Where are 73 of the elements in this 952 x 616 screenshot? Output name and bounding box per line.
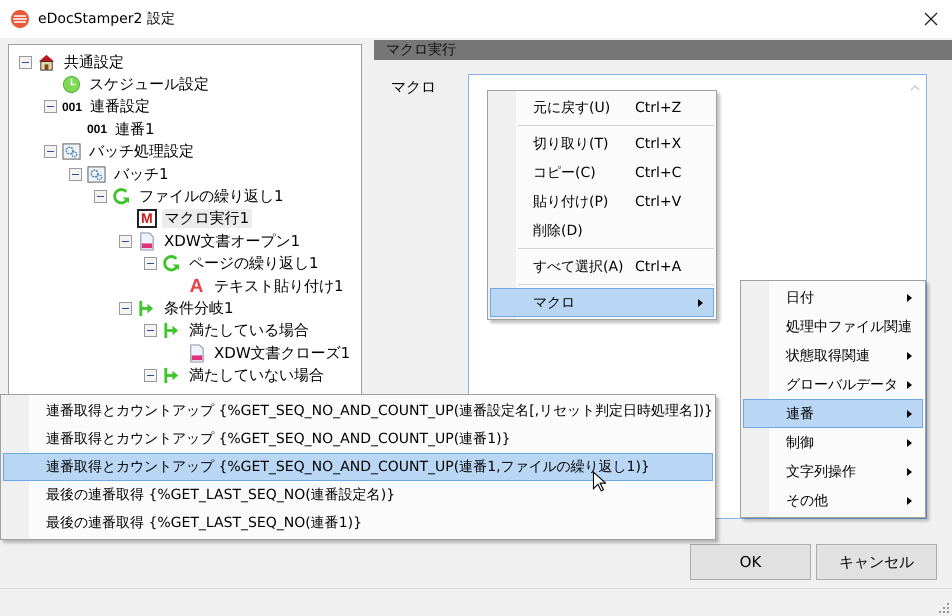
submenu-arrow-icon xyxy=(907,496,912,504)
submenu-arrow-icon xyxy=(698,298,703,306)
tree-item[interactable]: バッチ1 xyxy=(111,164,172,184)
tree-item[interactable]: ファイルの繰り返し1 xyxy=(136,187,287,206)
menu-item[interactable]: 連番取得とカウントアップ {%GET_SEQ_NO_AND_COUNT_UP(連番1,ファイルの繰り返し1)} xyxy=(3,453,713,481)
app-icon xyxy=(10,9,30,29)
collapse-toggle[interactable] xyxy=(19,56,32,69)
tree-item[interactable]: XDW文書オープン1 xyxy=(161,232,304,251)
menu-item[interactable]: 連番 xyxy=(743,399,923,428)
letter-icon: A xyxy=(187,276,206,296)
submenu-arrow-icon xyxy=(907,294,912,302)
counter-icon: 001 xyxy=(62,100,82,114)
panel-header: マクロ実行 xyxy=(374,40,952,60)
collapse-toggle[interactable] xyxy=(94,190,107,204)
tree-item[interactable]: 条件分岐1 xyxy=(161,298,237,318)
branch-icon xyxy=(162,366,181,386)
menu-item[interactable]: 切り取り(T) Ctrl+X xyxy=(490,129,714,158)
menu-item[interactable]: 文字列操作 xyxy=(743,457,923,486)
collapse-toggle[interactable] xyxy=(119,302,132,315)
menu-item[interactable]: 日付 xyxy=(743,283,923,312)
menu-item[interactable]: マクロ xyxy=(490,288,714,317)
collapse-toggle[interactable] xyxy=(44,145,57,158)
menu-item[interactable]: コピー(C) Ctrl+C xyxy=(490,158,714,187)
tree-item[interactable]: XDW文書クローズ1 xyxy=(211,344,354,363)
tree-item[interactable]: ページの繰り返し1 xyxy=(186,254,322,274)
collapse-toggle[interactable] xyxy=(144,369,157,382)
tree-item[interactable]: 満たしている場合 xyxy=(186,321,312,340)
menu-item[interactable]: 貼り付け(P) Ctrl+V xyxy=(490,187,714,216)
submenu-arrow-icon xyxy=(907,468,912,476)
loop-icon xyxy=(112,187,131,206)
menu-item[interactable]: 制御 xyxy=(743,428,923,457)
collapse-toggle[interactable] xyxy=(119,234,132,248)
tree-item[interactable]: マクロ実行1 xyxy=(162,209,252,228)
menu-item[interactable]: その他 xyxy=(743,486,923,515)
branch-icon xyxy=(137,298,156,318)
loop-icon xyxy=(162,254,181,274)
tree-item[interactable]: 共通設定 xyxy=(61,52,127,72)
menu-item[interactable]: 最後の連番取得 {%GET_LAST_SEQ_NO(連番設定名)} xyxy=(3,481,713,509)
house-icon xyxy=(37,52,56,72)
collapse-toggle[interactable] xyxy=(144,257,157,270)
gears-icon xyxy=(87,164,106,184)
menu-item[interactable]: 削除(D) xyxy=(490,216,714,245)
tree-item[interactable]: バッチ処理設定 xyxy=(86,142,197,162)
collapse-toggle[interactable] xyxy=(44,100,57,114)
submenu-arrow-icon xyxy=(907,352,912,360)
menu-item[interactable]: 処理中ファイル関連 xyxy=(743,312,923,341)
dialog-button[interactable]: キャンセル xyxy=(816,544,937,580)
menu-item[interactable]: 最後の連番取得 {%GET_LAST_SEQ_NO(連番1)} xyxy=(3,509,713,537)
menu-item[interactable]: 元に戻す(U) Ctrl+Z xyxy=(490,93,714,122)
tree-item[interactable]: 満たしていない場合 xyxy=(186,366,327,386)
menu-item[interactable]: 連番取得とカウントアップ {%GET_SEQ_NO_AND_COUNT_UP(連番設定名[,リセット判定日時処理名])} xyxy=(3,397,713,425)
clock-icon xyxy=(62,75,81,94)
tree-item[interactable]: 連番1 xyxy=(112,120,158,139)
gears-icon xyxy=(62,142,81,162)
submenu-arrow-icon xyxy=(907,410,912,418)
menu-item[interactable]: グローバルデータ xyxy=(743,370,923,399)
counter-icon: 001 xyxy=(87,122,108,136)
tree-item[interactable]: テキスト貼り付け1 xyxy=(211,276,347,296)
menu-item[interactable]: 状態取得関連 xyxy=(743,341,923,370)
tree-item[interactable]: 連番設定 xyxy=(87,97,154,116)
close-icon[interactable] xyxy=(924,12,938,26)
window-title: eDocStamper2 設定 xyxy=(38,10,176,28)
collapse-toggle[interactable] xyxy=(69,168,82,181)
menu-item[interactable]: すべて選択(A) Ctrl+A xyxy=(490,252,714,281)
macro-icon: M xyxy=(137,209,157,228)
submenu-arrow-icon xyxy=(907,438,912,446)
branch-icon xyxy=(162,321,181,340)
tree-item[interactable]: スケジュール設定 xyxy=(86,75,212,94)
menu-item[interactable]: 連番取得とカウントアップ {%GET_SEQ_NO_AND_COUNT_UP(連番1)} xyxy=(3,425,713,453)
resize-grip-icon[interactable] xyxy=(939,603,949,613)
collapse-toggle[interactable] xyxy=(144,324,157,338)
submenu-arrow-icon xyxy=(907,380,912,388)
dialog-button[interactable]: OK xyxy=(690,544,811,580)
